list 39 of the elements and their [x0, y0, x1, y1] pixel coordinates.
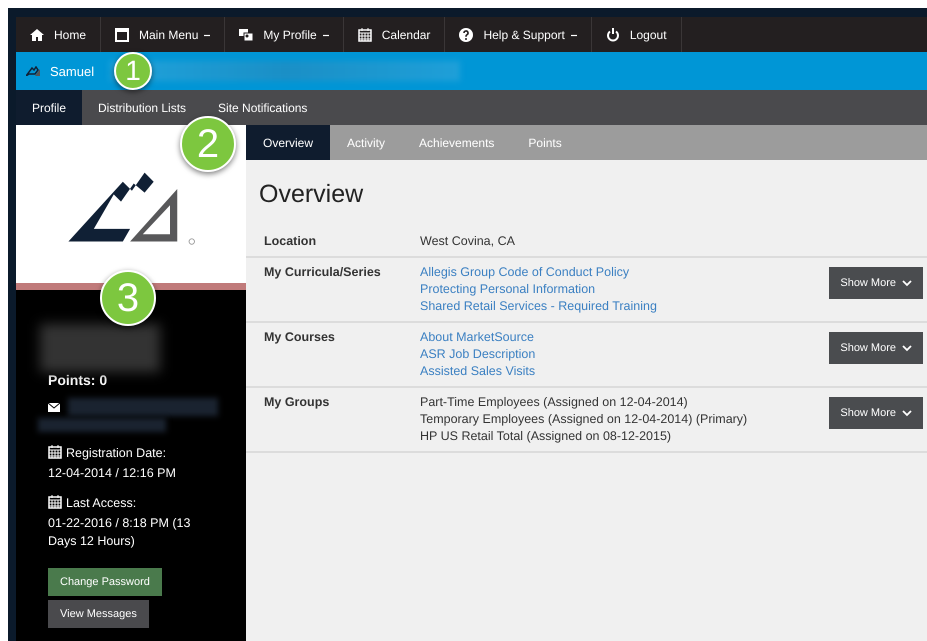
profile-card-icon — [239, 28, 254, 40]
field-label: My Courses — [264, 330, 336, 344]
course-link[interactable]: ASR Job Description — [420, 347, 830, 361]
course-link[interactable]: About MarketSource — [420, 330, 830, 344]
course-link[interactable]: Assisted Sales Visits — [420, 364, 830, 378]
field-value: West Covina, CA — [420, 234, 516, 248]
field-label: My Curricula/Series — [264, 265, 382, 279]
mountain-logo — [26, 66, 42, 76]
show-more-button[interactable]: Show More — [829, 397, 923, 429]
chevron-down-icon — [902, 280, 912, 286]
date-label: Last Access: — [48, 494, 218, 514]
tab[interactable]: Overview — [246, 125, 330, 160]
chevron-down-icon — [902, 344, 912, 352]
menu-icon — [115, 28, 130, 42]
field-value: Part-Time Employees (Assigned on 12-04-2014) — [420, 395, 689, 409]
date-label: Registration Date: — [48, 444, 218, 464]
points-label: Points: 0 — [48, 372, 108, 388]
power-icon — [606, 28, 620, 42]
tab[interactable]: Profile — [16, 90, 82, 125]
field-value: Temporary Employees (Assigned on 12-04-2014) (Primary) — [420, 412, 748, 426]
envelope-icon — [48, 402, 60, 412]
change-password-button[interactable]: Change Password — [48, 568, 162, 596]
show-more-button[interactable]: Show More — [829, 332, 923, 364]
calendar-icon — [358, 28, 372, 42]
field-value: HP US Retail Total (Assigned on 08-12-2015) — [420, 429, 672, 443]
view-messages-button[interactable]: View Messages — [48, 600, 149, 628]
home-icon — [30, 28, 44, 40]
course-link[interactable]: Shared Retail Services - Required Training — [420, 299, 830, 313]
field-label: My Groups — [264, 395, 330, 409]
course-link[interactable]: Protecting Personal Information — [420, 282, 830, 296]
show-more-button[interactable]: Show More — [829, 267, 923, 299]
course-link[interactable]: Allegis Group Code of Conduct Policy — [420, 265, 830, 279]
date-value: 01-22-2016 / 8:18 PM (13 Days 12 Hours) — [48, 515, 192, 550]
date-value: 12-04-2014 / 12:16 PM — [48, 465, 177, 482]
field-label: Location — [264, 234, 318, 248]
help-icon — [459, 28, 474, 42]
user-name: Samuel — [50, 64, 94, 78]
page-title: Overview — [258, 179, 364, 210]
chevron-down-icon — [902, 410, 912, 416]
